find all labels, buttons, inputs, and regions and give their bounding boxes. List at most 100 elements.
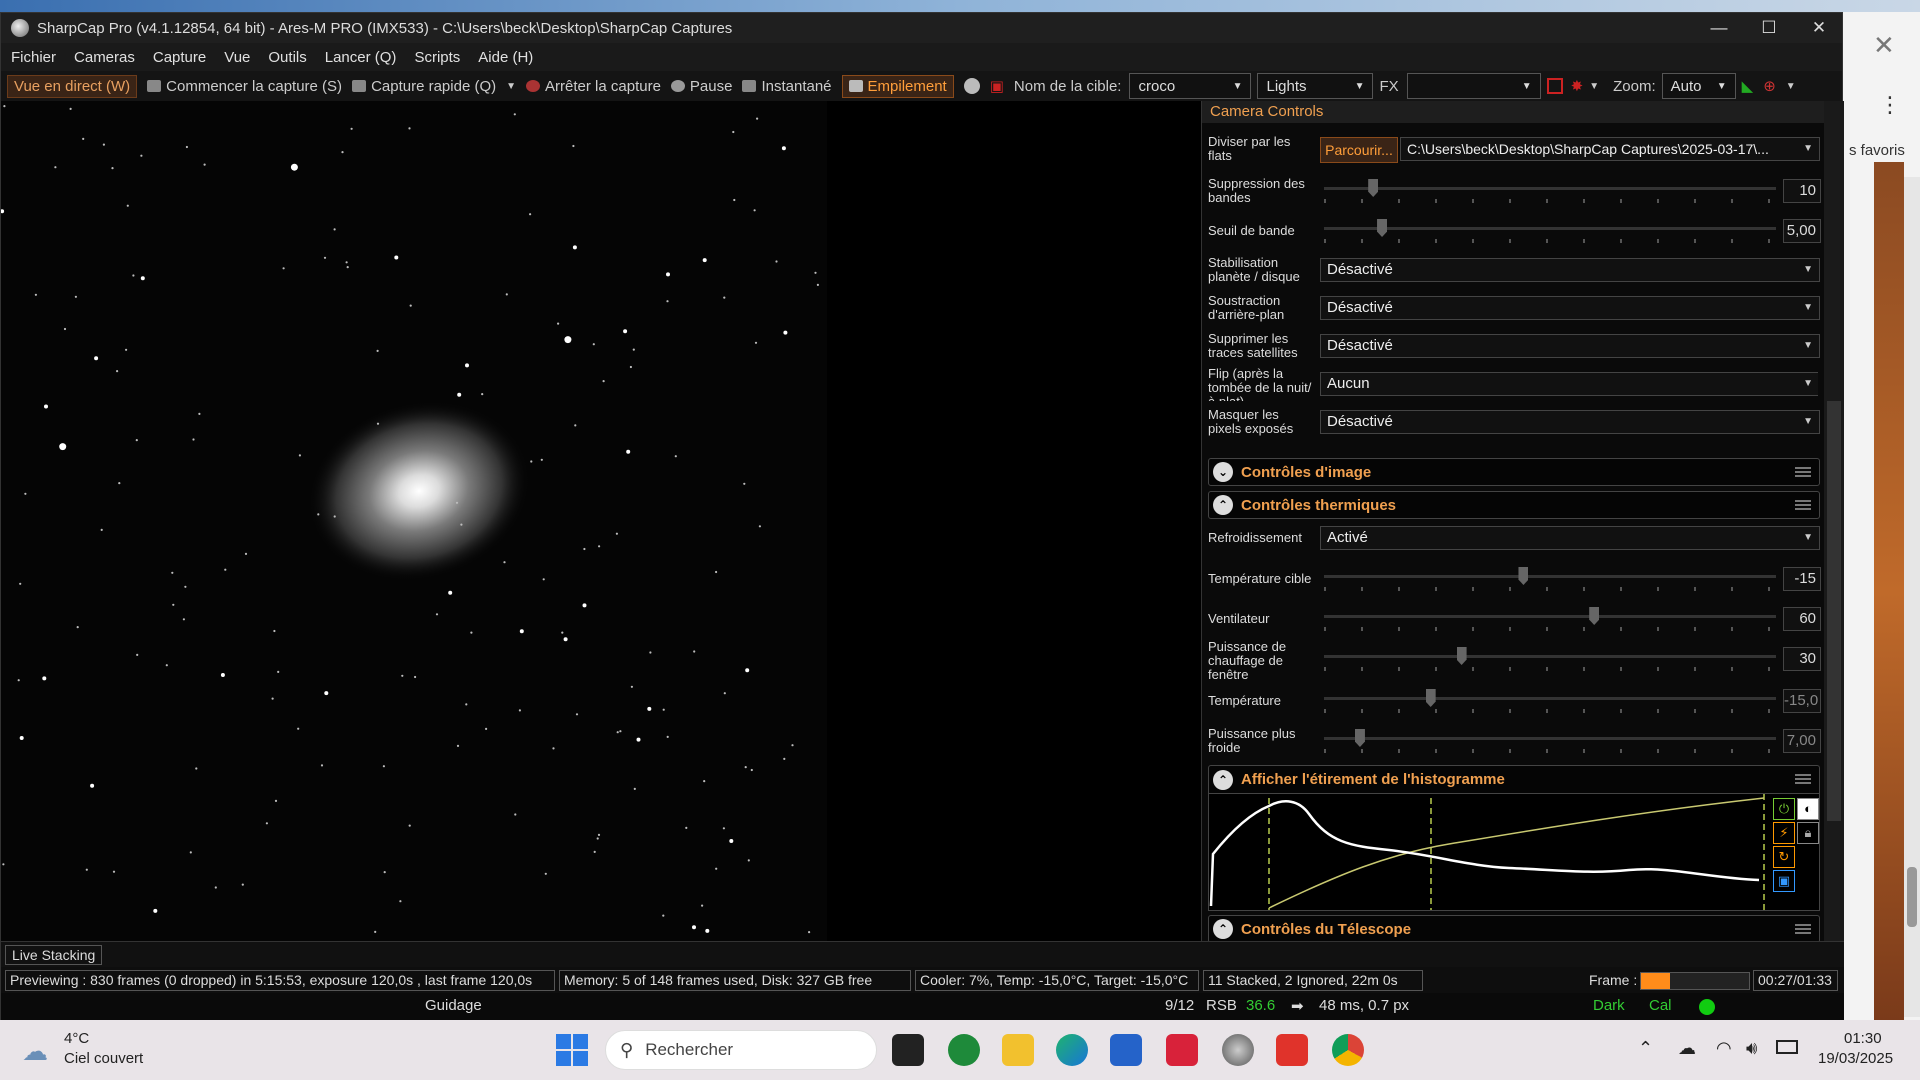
weather-description[interactable]: Ciel couvert: [64, 1050, 143, 1067]
menu-icon[interactable]: [1795, 467, 1811, 477]
chevron-down-icon[interactable]: ▼: [1589, 81, 1599, 92]
target-temp-value[interactable]: -15: [1783, 567, 1821, 591]
store-icon[interactable]: [1110, 1034, 1142, 1066]
live-image-view[interactable]: [1, 101, 827, 941]
background-select[interactable]: Désactivé ▼: [1320, 296, 1820, 320]
zoom-select[interactable]: Auto ▼: [1661, 73, 1736, 99]
live-view-button[interactable]: Vue en direct (W): [7, 74, 138, 98]
task-view-icon[interactable]: [892, 1034, 924, 1066]
heater-slider[interactable]: [1324, 647, 1776, 671]
image-controls-section[interactable]: ⌄ Contrôles d'image: [1208, 458, 1820, 486]
slider-thumb[interactable]: [1368, 179, 1379, 197]
histogram-display[interactable]: ⏻ ◐ ⚡ 🔒︎ ↻ ▣: [1208, 793, 1820, 911]
flip-select[interactable]: Aucun ▼: [1320, 372, 1818, 396]
thermal-controls-section[interactable]: ⌃ Contrôles thermiques: [1208, 491, 1820, 519]
hotpixel-select[interactable]: Désactivé ▼: [1320, 410, 1820, 434]
quick-capture-button[interactable]: Capture rapide (Q) ▼: [352, 78, 516, 95]
grid-icon[interactable]: ✸: [1571, 77, 1584, 95]
menu-icon[interactable]: [1795, 500, 1811, 510]
browser-close-icon[interactable]: ✕: [1873, 30, 1895, 61]
menu-icon[interactable]: [1795, 774, 1811, 784]
app-green-icon[interactable]: [948, 1034, 980, 1066]
reset-icon[interactable]: ↻: [1773, 846, 1795, 868]
windows-start-icon[interactable]: [556, 1034, 588, 1066]
edge-icon[interactable]: [1056, 1034, 1088, 1066]
menu-vue[interactable]: Vue: [224, 49, 250, 66]
target-icon[interactable]: ⊕: [1763, 77, 1776, 95]
dark-indicator[interactable]: Dark: [1593, 997, 1625, 1014]
start-capture-button[interactable]: Commencer la capture (S): [147, 78, 342, 95]
chevron-down-icon[interactable]: ▼: [506, 81, 516, 92]
reticle-icon[interactable]: [1546, 78, 1563, 94]
heater-value[interactable]: 30: [1783, 647, 1821, 671]
telescope-controls-section[interactable]: ⌃ Contrôles du Télescope: [1208, 915, 1820, 941]
chevron-up-icon[interactable]: ⌃: [1213, 495, 1233, 515]
browser-scroll-thumb[interactable]: [1907, 867, 1917, 927]
sharpcap-taskbar-icon[interactable]: [1222, 1034, 1254, 1066]
chevron-up-icon[interactable]: ⌃: [1213, 919, 1233, 939]
wifi-icon[interactable]: ◠: [1716, 1038, 1732, 1059]
fx-select[interactable]: ▼: [1406, 73, 1541, 99]
browser-scrollbar[interactable]: [1904, 177, 1920, 1017]
target-temp-slider[interactable]: [1324, 567, 1776, 591]
battery-icon[interactable]: [1776, 1040, 1798, 1054]
chrome-icon[interactable]: [1332, 1034, 1364, 1066]
satellite-select[interactable]: Désactivé ▼: [1320, 334, 1820, 358]
taskbar-search[interactable]: ⚲ Rechercher: [605, 1030, 877, 1070]
auto-stretch-icon[interactable]: ⚡: [1773, 822, 1795, 844]
maximize-icon[interactable]: ☐: [1744, 13, 1794, 43]
clock-time[interactable]: 01:30: [1844, 1030, 1882, 1047]
chevron-down-icon[interactable]: ⌄: [1213, 462, 1233, 482]
app-red-icon[interactable]: [1166, 1034, 1198, 1066]
record-icon[interactable]: ▣: [990, 77, 1004, 95]
weather-icon[interactable]: ☁: [22, 1036, 48, 1067]
band-threshold-slider[interactable]: [1324, 219, 1776, 243]
volume-icon[interactable]: 🔊︎: [1746, 1038, 1757, 1059]
target-name-input[interactable]: croco ▼: [1129, 73, 1252, 99]
menu-fichier[interactable]: Fichier: [11, 49, 56, 66]
lock-icon[interactable]: 🔒︎: [1797, 822, 1819, 844]
save-icon[interactable]: ▣: [1773, 870, 1795, 892]
menu-lancer[interactable]: Lancer (Q): [325, 49, 397, 66]
menu-aide[interactable]: Aide (H): [478, 49, 533, 66]
menu-icon[interactable]: [1795, 924, 1811, 934]
flats-path-select[interactable]: C:\Users\beck\Desktop\SharpCap Captures\…: [1400, 137, 1820, 161]
pause-button[interactable]: Pause: [670, 78, 732, 95]
live-stacking-tab[interactable]: Live Stacking: [5, 945, 103, 965]
stop-capture-button[interactable]: Arrêter la capture: [526, 78, 661, 95]
browse-flats-button[interactable]: Parcourir...: [1320, 137, 1398, 163]
frame-type-select[interactable]: Lights ▼: [1257, 73, 1374, 99]
menu-cameras[interactable]: Cameras: [74, 49, 135, 66]
panel-scroll-thumb[interactable]: [1827, 401, 1841, 821]
chevron-down-icon[interactable]: ▼: [1786, 81, 1796, 92]
moon-icon[interactable]: [963, 78, 980, 94]
menu-capture[interactable]: Capture: [153, 49, 206, 66]
banding-slider[interactable]: [1324, 179, 1776, 203]
chevron-up-icon[interactable]: ⌃: [1213, 769, 1233, 790]
banding-value[interactable]: 10: [1783, 179, 1821, 203]
anydesk-icon[interactable]: [1276, 1034, 1308, 1066]
stacking-button[interactable]: Empilement: [841, 74, 954, 98]
histogram-section[interactable]: ⌃ Afficher l'étirement de l'histogramme: [1208, 765, 1820, 793]
fan-value[interactable]: 60: [1783, 607, 1821, 631]
fan-slider[interactable]: [1324, 607, 1776, 631]
cooling-select[interactable]: Activé ▼: [1320, 526, 1820, 550]
file-explorer-icon[interactable]: [1002, 1034, 1034, 1066]
menu-outils[interactable]: Outils: [268, 49, 306, 66]
panel-scrollbar[interactable]: [1824, 101, 1844, 941]
power-icon[interactable]: ⏻: [1773, 798, 1795, 820]
menu-scripts[interactable]: Scripts: [414, 49, 460, 66]
snapshot-button[interactable]: Instantané: [742, 78, 832, 95]
cal-indicator[interactable]: Cal: [1649, 997, 1672, 1014]
minimize-icon[interactable]: —: [1694, 13, 1744, 43]
slider-thumb[interactable]: [1518, 567, 1529, 585]
slider-thumb[interactable]: [1377, 219, 1388, 237]
chevron-up-icon[interactable]: ⌃: [1638, 1038, 1653, 1059]
band-threshold-value[interactable]: 5,00: [1783, 219, 1821, 243]
slider-thumb[interactable]: [1589, 607, 1600, 625]
contrast-icon[interactable]: ◐: [1797, 798, 1819, 820]
histogram-icon[interactable]: ◣: [1742, 77, 1754, 95]
browser-menu-icon[interactable]: ⋮: [1879, 92, 1901, 118]
close-icon[interactable]: ✕: [1794, 13, 1844, 43]
stabilization-select[interactable]: Désactivé ▼: [1320, 258, 1820, 282]
